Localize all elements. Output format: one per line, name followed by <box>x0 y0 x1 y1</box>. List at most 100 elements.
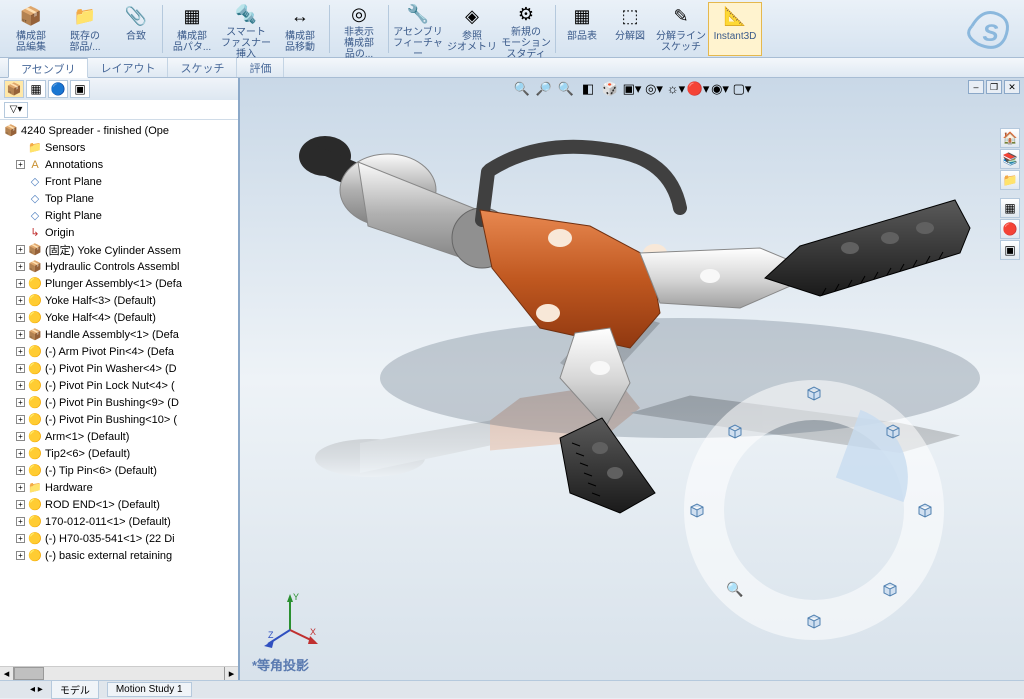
tree-item[interactable]: +📁Hardware <box>0 479 238 496</box>
view-cube-2[interactable] <box>916 501 934 519</box>
close-button[interactable]: ✕ <box>1004 80 1020 94</box>
expand-icon[interactable]: + <box>16 330 25 339</box>
palette-icon[interactable]: ▦ <box>1000 198 1020 218</box>
expand-icon[interactable]: + <box>16 262 25 271</box>
tree-item[interactable]: 📁Sensors <box>0 139 238 156</box>
ribbon-btn-5[interactable]: ↔構成部品移動 <box>273 2 327 56</box>
expand-icon[interactable]: + <box>16 517 25 526</box>
expand-icon[interactable]: + <box>16 279 25 288</box>
tree-item[interactable]: +📦Hydraulic Controls Assembl <box>0 258 238 275</box>
tree-item[interactable]: +📦Handle Assembly<1> (Defa <box>0 326 238 343</box>
panel-tab-property[interactable]: ▦ <box>26 80 46 98</box>
orientation-triad[interactable]: Y X Z <box>260 590 320 650</box>
expand-icon[interactable]: + <box>16 245 25 254</box>
expand-icon[interactable]: + <box>16 466 25 475</box>
tree-item[interactable]: +🟡170-012-011<1> (Default) <box>0 513 238 530</box>
tree-item[interactable]: +🟡(-) Pivot Pin Bushing<9> (D <box>0 394 238 411</box>
library-icon[interactable]: 📚 <box>1000 149 1020 169</box>
expand-icon[interactable]: + <box>16 415 25 424</box>
view-cube-5[interactable]: 🔍 <box>726 580 744 598</box>
view-cube-3[interactable] <box>881 580 899 598</box>
appearance-panel-icon[interactable]: 🔴 <box>1000 219 1020 239</box>
filter-button[interactable]: ▽▾ <box>4 102 28 118</box>
section-view-icon[interactable]: ◧ <box>578 80 598 98</box>
tree-item[interactable]: +🟡(-) Pivot Pin Bushing<10> ( <box>0 411 238 428</box>
tree-item[interactable]: +🟡(-) H70-035-541<1> (22 Di <box>0 530 238 547</box>
tree-item[interactable]: +🟡Tip2<6> (Default) <box>0 445 238 462</box>
prev-view-icon[interactable]: 🔍 <box>556 80 576 98</box>
tab-1[interactable]: レイアウト <box>88 58 168 77</box>
ribbon-btn-2[interactable]: 📎合致 <box>112 2 160 56</box>
expand-icon[interactable]: + <box>16 432 25 441</box>
expand-icon[interactable]: + <box>16 551 25 560</box>
3d-viewport[interactable]: 🔍 🔎 🔍 ◧ 🎲 ▣▾ ◎▾ ☼▾ 🔴▾ ◉▾ ▢▾ – ❐ ✕ 🏠 📚 📁 … <box>240 78 1024 680</box>
tree-item[interactable]: +AAnnotations <box>0 156 238 173</box>
panel-tab-config[interactable]: 🔵 <box>48 80 68 98</box>
tab-3[interactable]: 評価 <box>237 58 284 77</box>
tree-item[interactable]: +🟡Yoke Half<3> (Default) <box>0 292 238 309</box>
tree-item[interactable]: ◇Front Plane <box>0 173 238 190</box>
expand-icon[interactable]: + <box>16 296 25 305</box>
ribbon-btn-11[interactable]: ⬚分解図 <box>606 2 654 56</box>
panel-tab-display[interactable]: ▣ <box>70 80 90 98</box>
screen-icon[interactable]: ▢▾ <box>732 80 752 98</box>
tree-item[interactable]: +🟡(-) Arm Pivot Pin<4> (Defa <box>0 343 238 360</box>
render-icon[interactable]: ◉▾ <box>710 80 730 98</box>
view-cube-6[interactable] <box>688 501 706 519</box>
tree-item[interactable]: ◇Right Plane <box>0 207 238 224</box>
view-orient-icon[interactable]: 🎲 <box>600 80 620 98</box>
view-selector-ring[interactable]: 🔍 <box>684 380 944 640</box>
expand-icon[interactable]: + <box>16 398 25 407</box>
ribbon-btn-0[interactable]: 📦構成部品編集 <box>4 2 58 56</box>
tree-item[interactable]: ◇Top Plane <box>0 190 238 207</box>
feature-tree[interactable]: 📦 4240 Spreader - finished (Ope 📁Sensors… <box>0 120 238 666</box>
horizontal-scrollbar[interactable]: ◂ ▸ <box>0 666 238 680</box>
view-cube-0[interactable] <box>805 384 823 402</box>
ribbon-btn-9[interactable]: ⚙新規のモーションスタディ <box>499 2 553 56</box>
maximize-button[interactable]: ❐ <box>986 80 1002 94</box>
tree-item[interactable]: +📦(固定) Yoke Cylinder Assem <box>0 241 238 258</box>
tab-motion-study[interactable]: Motion Study 1 <box>107 682 192 697</box>
tab-model[interactable]: モデル <box>51 680 99 699</box>
zoom-area-icon[interactable]: 🔎 <box>534 80 554 98</box>
appearance-icon[interactable]: 🔴▾ <box>688 80 708 98</box>
ribbon-btn-1[interactable]: 📁既存の部品/... <box>58 2 112 56</box>
view-cube-1[interactable] <box>884 422 902 440</box>
tree-item[interactable]: ↳Origin <box>0 224 238 241</box>
tree-item[interactable]: +🟡(-) Pivot Pin Lock Nut<4> ( <box>0 377 238 394</box>
ribbon-btn-8[interactable]: ◈参照ジオメトリ <box>445 2 499 56</box>
ribbon-btn-7[interactable]: 🔧アセンブリフィーチャー <box>391 2 445 56</box>
expand-icon[interactable]: + <box>16 483 25 492</box>
expand-icon[interactable]: + <box>16 449 25 458</box>
expand-icon[interactable]: + <box>16 364 25 373</box>
expand-icon[interactable]: + <box>16 160 25 169</box>
ribbon-btn-3[interactable]: ▦構成部品パタ... <box>165 2 219 56</box>
property-icon[interactable]: ▣ <box>1000 240 1020 260</box>
ribbon-btn-6[interactable]: ◎非表示構成部品の... <box>332 2 386 56</box>
expand-icon[interactable]: + <box>16 313 25 322</box>
ribbon-btn-13[interactable]: 📐Instant3D <box>708 2 762 56</box>
tree-root[interactable]: 📦 4240 Spreader - finished (Ope <box>0 122 238 139</box>
panel-tab-tree[interactable]: 📦 <box>4 80 24 98</box>
expand-icon[interactable]: + <box>16 534 25 543</box>
scene-icon[interactable]: ☼▾ <box>666 80 686 98</box>
tab-2[interactable]: スケッチ <box>168 58 237 77</box>
ribbon-btn-12[interactable]: ✎分解ラインスケッチ <box>654 2 708 56</box>
tree-item[interactable]: +🟡(-) basic external retaining <box>0 547 238 564</box>
tree-item[interactable]: +🟡Yoke Half<4> (Default) <box>0 309 238 326</box>
home-icon[interactable]: 🏠 <box>1000 128 1020 148</box>
display-style-icon[interactable]: ▣▾ <box>622 80 642 98</box>
tree-item[interactable]: +🟡ROD END<1> (Default) <box>0 496 238 513</box>
view-cube-7[interactable] <box>726 422 744 440</box>
zoom-fit-icon[interactable]: 🔍 <box>512 80 532 98</box>
hide-show-icon[interactable]: ◎▾ <box>644 80 664 98</box>
tree-item[interactable]: +🟡Plunger Assembly<1> (Defa <box>0 275 238 292</box>
expand-icon[interactable]: + <box>16 347 25 356</box>
expand-icon[interactable]: + <box>16 381 25 390</box>
tree-item[interactable]: +🟡Arm<1> (Default) <box>0 428 238 445</box>
ribbon-btn-10[interactable]: ▦部品表 <box>558 2 606 56</box>
minimize-button[interactable]: – <box>968 80 984 94</box>
tab-0[interactable]: アセンブリ <box>8 58 88 78</box>
tree-item[interactable]: +🟡(-) Pivot Pin Washer<4> (D <box>0 360 238 377</box>
folder-icon[interactable]: 📁 <box>1000 170 1020 190</box>
